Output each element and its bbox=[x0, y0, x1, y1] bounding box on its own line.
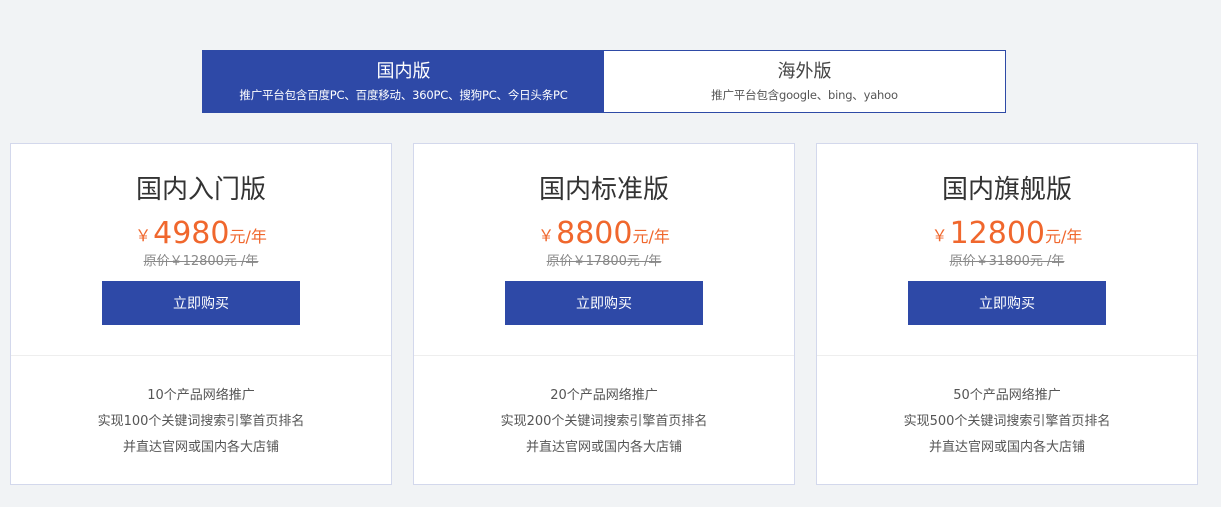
currency-symbol: ￥ bbox=[931, 226, 948, 245]
original-price: 原价￥17800元 /年 bbox=[414, 253, 794, 271]
feature-item: 并直达官网或国内各大店铺 bbox=[122, 440, 279, 455]
price-unit: 元/年 bbox=[632, 227, 670, 246]
price-unit: 元/年 bbox=[1045, 227, 1083, 246]
feature-item: 10个产品网络推广 bbox=[147, 388, 255, 403]
price-amount: 12800 bbox=[949, 216, 1046, 251]
plan-price: ￥12800元/年 bbox=[817, 216, 1197, 252]
original-price-text: 原价￥31800元 /年 bbox=[949, 254, 1065, 269]
feature-item: 20个产品网络推广 bbox=[550, 388, 658, 403]
tab-subtitle: 推广平台包含百度PC、百度移动、360PC、搜狗PC、今日头条PC bbox=[239, 88, 568, 102]
plan-name: 国内旗舰版 bbox=[941, 175, 1072, 205]
tab-subtitle: 推广平台包含google、bing、yahoo bbox=[711, 88, 898, 102]
plan-name: 国内标准版 bbox=[538, 175, 669, 205]
plan-header: 国内标准版 ￥8800元/年 原价￥17800元 /年 立即购买 bbox=[414, 144, 794, 356]
plan-card-standard: 国内标准版 ￥8800元/年 原价￥17800元 /年 立即购买 20个产品网络… bbox=[413, 143, 795, 485]
region-tabs: 国内版 推广平台包含百度PC、百度移动、360PC、搜狗PC、今日头条PC 海外… bbox=[202, 50, 1006, 113]
price-amount: 4980 bbox=[153, 216, 230, 251]
plan-features: 10个产品网络推广 实现100个关键词搜索引擎首页排名 并直达官网或国内各大店铺 bbox=[11, 356, 391, 461]
original-price: 原价￥12800元 /年 bbox=[11, 253, 391, 271]
plan-card-flagship: 国内旗舰版 ￥12800元/年 原价￥31800元 /年 立即购买 50个产品网… bbox=[816, 143, 1198, 485]
plan-card-basic: 国内入门版 ￥4980元/年 原价￥12800元 /年 立即购买 10个产品网络… bbox=[10, 143, 392, 485]
original-price-text: 原价￥17800元 /年 bbox=[546, 254, 662, 269]
plan-name: 国内入门版 bbox=[135, 175, 266, 205]
plan-price: ￥4980元/年 bbox=[11, 216, 391, 252]
feature-item: 实现500个关键词搜索引擎首页排名 bbox=[903, 414, 1111, 429]
feature-item: 50个产品网络推广 bbox=[953, 388, 1061, 403]
plan-header: 国内旗舰版 ￥12800元/年 原价￥31800元 /年 立即购买 bbox=[817, 144, 1197, 356]
feature-item: 实现100个关键词搜索引擎首页排名 bbox=[97, 414, 305, 429]
buy-now-button[interactable]: 立即购买 bbox=[102, 281, 300, 325]
plan-price: ￥8800元/年 bbox=[414, 216, 794, 252]
original-price: 原价￥31800元 /年 bbox=[817, 253, 1197, 271]
plan-features: 20个产品网络推广 实现200个关键词搜索引擎首页排名 并直达官网或国内各大店铺 bbox=[414, 356, 794, 461]
feature-item: 实现200个关键词搜索引擎首页排名 bbox=[500, 414, 708, 429]
tab-title: 国内版 bbox=[376, 61, 431, 82]
price-amount: 8800 bbox=[556, 216, 633, 251]
plan-header: 国内入门版 ￥4980元/年 原价￥12800元 /年 立即购买 bbox=[11, 144, 391, 356]
buy-now-button[interactable]: 立即购买 bbox=[505, 281, 703, 325]
feature-item: 并直达官网或国内各大店铺 bbox=[525, 440, 682, 455]
pricing-cards: 国内入门版 ￥4980元/年 原价￥12800元 /年 立即购买 10个产品网络… bbox=[10, 143, 1198, 485]
feature-item: 并直达官网或国内各大店铺 bbox=[928, 440, 1085, 455]
plan-features: 50个产品网络推广 实现500个关键词搜索引擎首页排名 并直达官网或国内各大店铺 bbox=[817, 356, 1197, 461]
buy-now-button[interactable]: 立即购买 bbox=[908, 281, 1106, 325]
tab-overseas[interactable]: 海外版 推广平台包含google、bing、yahoo bbox=[604, 51, 1005, 112]
currency-symbol: ￥ bbox=[135, 226, 152, 245]
currency-symbol: ￥ bbox=[538, 226, 555, 245]
price-unit: 元/年 bbox=[229, 227, 267, 246]
tab-domestic[interactable]: 国内版 推广平台包含百度PC、百度移动、360PC、搜狗PC、今日头条PC bbox=[203, 51, 604, 112]
tab-title: 海外版 bbox=[777, 61, 832, 82]
original-price-text: 原价￥12800元 /年 bbox=[143, 254, 259, 269]
